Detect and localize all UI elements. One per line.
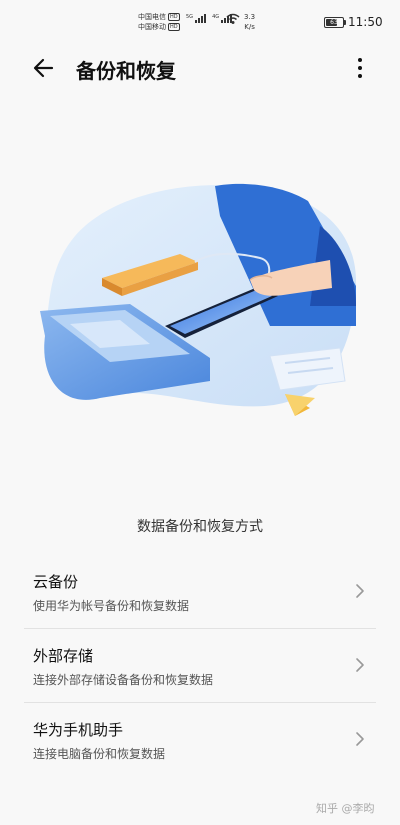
chevron-right-icon bbox=[356, 732, 364, 746]
battery-level: 63 bbox=[330, 19, 338, 26]
carrier-2: 中国移动 bbox=[138, 23, 166, 31]
more-options-button[interactable] bbox=[350, 54, 370, 82]
option-huawei-hisuite[interactable]: 华为手机助手 连接电脑备份和恢复数据 bbox=[24, 703, 376, 776]
option-title: 外部存储 bbox=[33, 647, 94, 665]
hd-badge: HD bbox=[168, 23, 180, 31]
option-cloud-backup[interactable]: 云备份 使用华为帐号备份和恢复数据 bbox=[24, 555, 376, 629]
option-subtitle: 使用华为帐号备份和恢复数据 bbox=[33, 599, 190, 613]
option-external-storage[interactable]: 外部存储 连接外部存储设备备份和恢复数据 bbox=[24, 629, 376, 703]
clock: 11:50 bbox=[348, 15, 383, 29]
carrier-1: 中国电信 bbox=[138, 13, 166, 21]
option-subtitle: 连接外部存储设备备份和恢复数据 bbox=[33, 673, 214, 687]
app-bar: 备份和恢复 bbox=[0, 46, 400, 90]
carrier-info: 中国电信 HD 中国移动 HD bbox=[138, 12, 180, 32]
section-title: 数据备份和恢复方式 bbox=[137, 519, 263, 535]
page-title: 备份和恢复 bbox=[76, 59, 176, 83]
watermark: 知乎 @李昀 bbox=[316, 802, 375, 815]
phone-backup-illustration bbox=[40, 183, 357, 416]
arrow-left-icon bbox=[33, 58, 54, 78]
battery-icon: 63 bbox=[324, 17, 346, 28]
option-title: 华为手机助手 bbox=[33, 721, 124, 739]
option-subtitle: 连接电脑备份和恢复数据 bbox=[33, 747, 166, 761]
chevron-right-icon bbox=[356, 584, 364, 598]
hd-badge: HD bbox=[168, 13, 180, 21]
wifi-icon bbox=[226, 13, 240, 24]
status-bar: 中国电信 HD 中国移动 HD 5G 4G 3.3 K/s 63 11:50 bbox=[0, 0, 400, 46]
network-speed: 3.3 K/s bbox=[244, 13, 256, 31]
more-vertical-icon bbox=[358, 58, 362, 78]
chevron-right-icon bbox=[356, 658, 364, 672]
back-button[interactable] bbox=[30, 54, 58, 82]
option-title: 云备份 bbox=[33, 573, 79, 591]
signal-5g-icon: 5G bbox=[186, 14, 207, 23]
backup-options-list: 云备份 使用华为帐号备份和恢复数据 外部存储 连接外部存储设备备份和恢复数据 华… bbox=[24, 555, 376, 776]
